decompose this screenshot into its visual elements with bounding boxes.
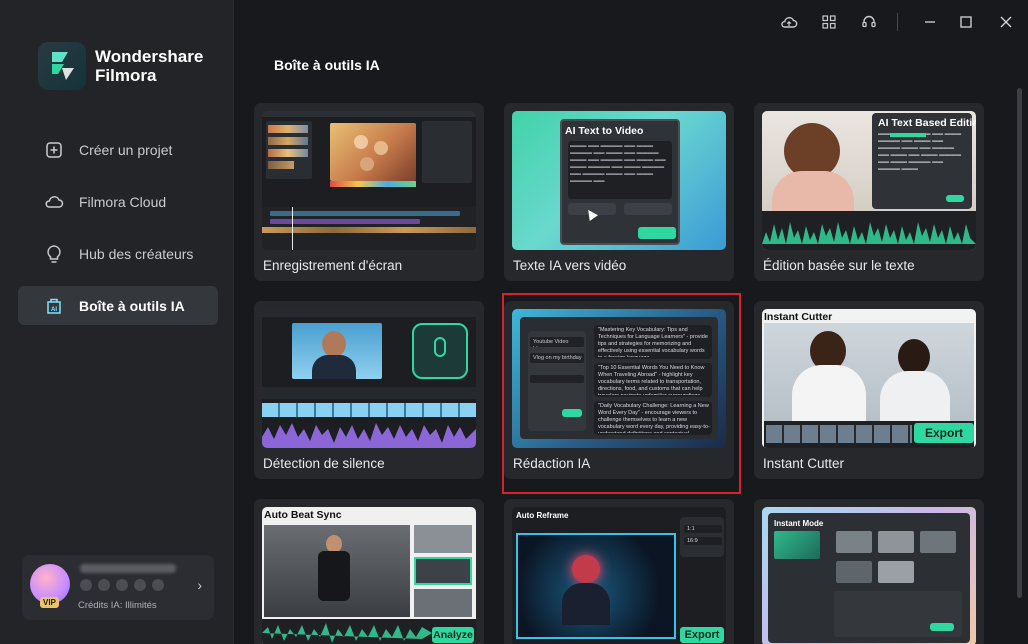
chevron-right-icon[interactable]: › bbox=[197, 577, 202, 593]
card-label: Détection de silence bbox=[263, 456, 385, 471]
ratio-option: 1:1 bbox=[687, 526, 695, 532]
thumb-caption: Auto Beat Sync bbox=[264, 509, 342, 521]
sidebar-nav: Créer un projet Filmora Cloud Hub des cr… bbox=[18, 130, 218, 338]
audio-waveform bbox=[262, 623, 432, 643]
sidebar-item-label: Filmora Cloud bbox=[79, 193, 167, 210]
filmora-logo-icon bbox=[38, 42, 86, 90]
audio-waveform bbox=[262, 423, 476, 448]
card-label: Édition basée sur le texte bbox=[763, 258, 915, 273]
sidebar-item-label: Boîte à outils IA bbox=[79, 297, 185, 314]
svg-text:AI: AI bbox=[51, 307, 57, 313]
sidebar-item-ai-toolbox[interactable]: AI Boîte à outils IA bbox=[18, 286, 218, 325]
sidebar-item-create-project[interactable]: Créer un projet bbox=[18, 130, 218, 169]
card-thumbnail: Auto Reframe 1:1 16:9 Export bbox=[512, 507, 726, 644]
tool-card-silence-detection[interactable]: Détection de silence bbox=[254, 301, 484, 479]
ai-credits-text: Crédits IA: Illimités bbox=[78, 600, 157, 611]
thumb-caption: Instant Mode bbox=[774, 519, 824, 528]
card-thumbnail: Auto Beat Sync Analyze bbox=[262, 507, 476, 644]
scrollbar[interactable] bbox=[1017, 88, 1022, 598]
cloud-icon bbox=[44, 192, 64, 212]
tool-card-ai-text-to-video[interactable]: AI Text to Video ▬▬▬ ▬▬ ▬▬▬▬ ▬▬ ▬▬▬ ▬▬▬▬… bbox=[504, 103, 734, 281]
sidebar-item-creator-hub[interactable]: Hub des créateurs bbox=[18, 234, 218, 273]
membership-icon bbox=[134, 579, 146, 591]
ai-toolbox-icon: AI bbox=[44, 296, 64, 316]
user-account-card[interactable]: VIP Crédits IA: Illimités › bbox=[22, 555, 214, 620]
card-label: Texte IA vers vidéo bbox=[513, 258, 627, 273]
export-button: Export bbox=[914, 423, 974, 443]
sidebar-item-filmora-cloud[interactable]: Filmora Cloud bbox=[18, 182, 218, 221]
sidebar-item-label: Hub des créateurs bbox=[79, 245, 194, 262]
title-bar bbox=[234, 0, 1028, 44]
membership-icon bbox=[152, 579, 164, 591]
app-logo[interactable]: Wondershare Filmora bbox=[38, 42, 203, 90]
card-thumbnail bbox=[262, 111, 476, 250]
membership-icons bbox=[80, 579, 164, 591]
tool-card-auto-beat-sync[interactable]: Auto Beat Sync Analyze bbox=[254, 499, 484, 644]
ratio-option: 16:9 bbox=[687, 538, 698, 544]
thumb-caption: AI Text Based Editing bbox=[878, 117, 976, 129]
tool-card-instant-cutter[interactable]: Instant Cutter Export Instant Cutter bbox=[754, 301, 984, 479]
card-thumbnail bbox=[262, 309, 476, 448]
card-label: Instant Cutter bbox=[763, 456, 845, 471]
membership-icon bbox=[98, 579, 110, 591]
thumb-caption: AI Text to Video bbox=[565, 125, 644, 137]
card-thumbnail: Instant Mode bbox=[762, 507, 976, 644]
vip-badge: VIP bbox=[40, 597, 59, 608]
title-bar-divider bbox=[897, 13, 898, 31]
tool-card-auto-reframe[interactable]: Auto Reframe 1:1 16:9 Export bbox=[504, 499, 734, 644]
export-button: Export bbox=[680, 627, 724, 643]
brand-name: Wondershare Filmora bbox=[95, 47, 204, 85]
maximize-icon[interactable] bbox=[956, 12, 976, 32]
grid-icon[interactable] bbox=[819, 12, 839, 32]
membership-icon bbox=[80, 579, 92, 591]
card-thumbnail: Instant Cutter Export bbox=[762, 309, 976, 448]
lightbulb-icon bbox=[44, 244, 64, 264]
card-thumbnail: AI Text Based Editing ▬▬▬ ▬▬ ▬▬▬ ▬ ▬▬ ▬ ▬▬… bbox=[762, 111, 976, 250]
card-thumbnail: AI Text to Video ▬▬▬ ▬▬ ▬▬▬▬ ▬▬ ▬▬▬ ▬▬▬▬… bbox=[512, 111, 726, 250]
cloud-upload-icon[interactable] bbox=[779, 12, 799, 32]
sidebar: Wondershare Filmora Créer un projet Film… bbox=[0, 0, 234, 644]
audio-waveform bbox=[762, 222, 976, 244]
selection-highlight bbox=[502, 293, 741, 494]
card-label: Enregistrement d'écran bbox=[263, 258, 403, 273]
tool-card-instant-mode[interactable]: Instant Mode bbox=[754, 499, 984, 644]
sidebar-item-label: Créer un projet bbox=[79, 141, 173, 158]
headset-icon[interactable] bbox=[859, 12, 879, 32]
membership-icon bbox=[116, 579, 128, 591]
thumb-caption: Auto Reframe bbox=[516, 511, 569, 520]
plus-square-icon bbox=[44, 140, 64, 160]
page-title: Boîte à outils IA bbox=[274, 57, 380, 73]
minimize-icon[interactable] bbox=[920, 12, 940, 32]
analyze-button: Analyze bbox=[432, 627, 474, 643]
thumb-caption: Instant Cutter bbox=[764, 311, 833, 323]
user-name-redacted bbox=[80, 564, 176, 573]
tool-card-screen-recording[interactable]: Enregistrement d'écran bbox=[254, 103, 484, 281]
close-icon[interactable] bbox=[996, 12, 1016, 32]
tool-card-text-based-editing[interactable]: AI Text Based Editing ▬▬▬ ▬▬ ▬▬▬ ▬ ▬▬ ▬ ▬▬… bbox=[754, 103, 984, 281]
